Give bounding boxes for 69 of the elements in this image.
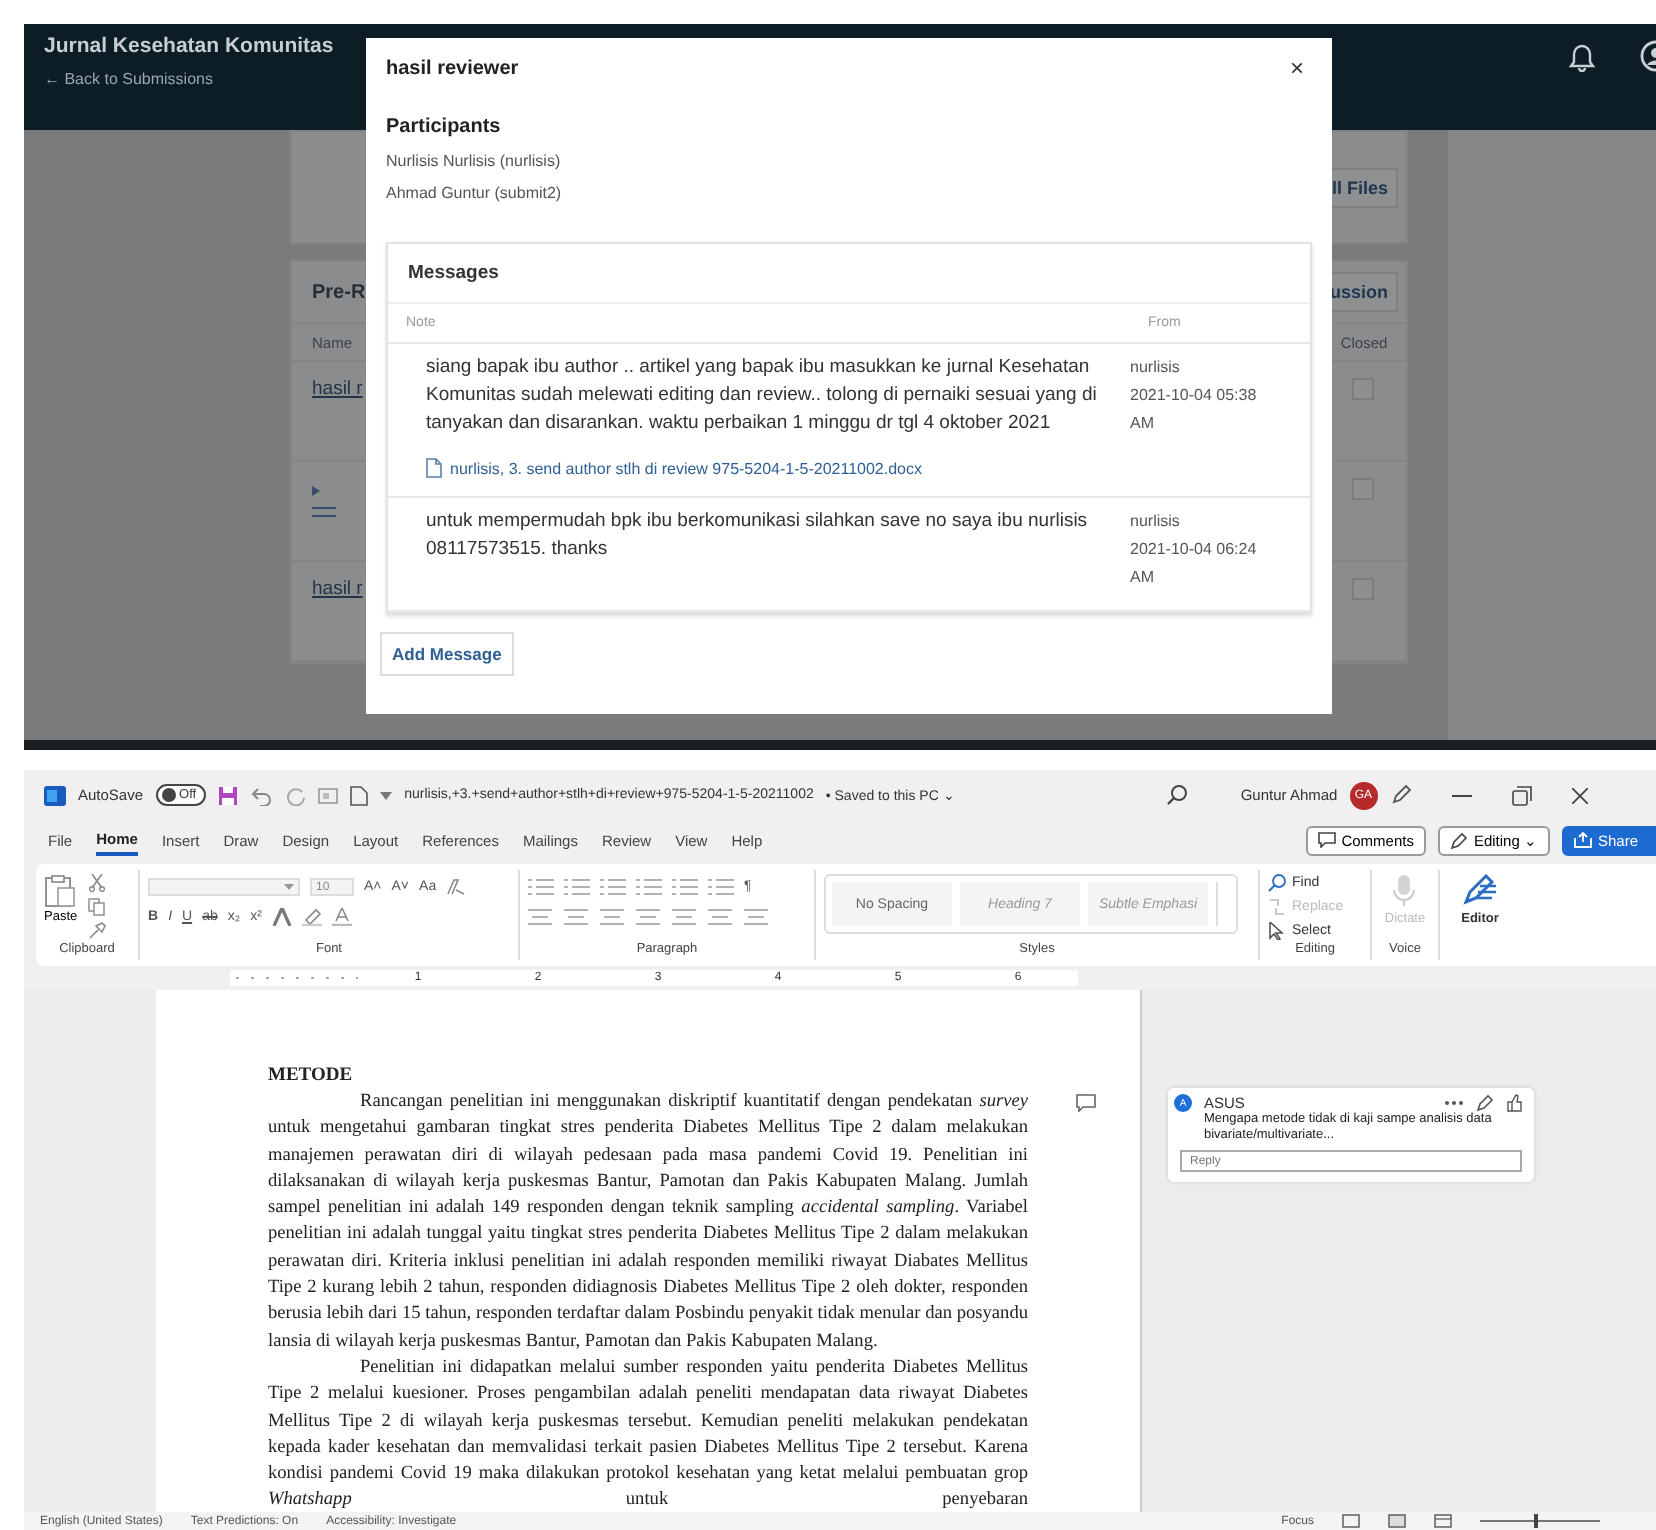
message-text: untuk mempermudah bpk ibu berkomunikasi silahkan save no saya ibu nurlisis 08117573515. thanks: [426, 508, 1090, 564]
modal-title: hasil reviewer: [386, 57, 519, 79]
journal-title: Jurnal Kesehatan Komunitas: [44, 34, 336, 58]
highlighter-icon[interactable]: [301, 907, 322, 925]
restore-icon[interactable]: [1511, 785, 1532, 805]
participant-name: Nurlisis Nurlisis (nurlisis): [386, 152, 563, 170]
add-message-button[interactable]: Add Message: [380, 632, 514, 676]
pen-icon[interactable]: [1389, 784, 1412, 806]
font-name-field[interactable]: [148, 877, 300, 895]
drag-handle-icon[interactable]: [312, 506, 336, 518]
message-text: siang bapak ibu author .. artikel yang bapak ibu masukkan ke jurnal Kesehatan Komunitas sudah melewati editing dan review.. tolong di pernaiki sesuai yang di tanyakan dan disarankan. waktu perbaikan 1 minggu dr tgl 4 oktober 2021: [426, 354, 1099, 438]
redo-icon[interactable]: [286, 785, 307, 805]
web-layout-icon[interactable]: [1434, 1514, 1452, 1528]
new-document-icon[interactable]: [350, 785, 369, 805]
editor-pen-icon: [1462, 874, 1498, 906]
share-icon: [1573, 832, 1592, 848]
document-heading: METODE: [268, 1066, 355, 1086]
close-icon[interactable]: [1571, 787, 1588, 803]
microphone-icon: [1392, 874, 1417, 906]
message-date: 2021-10-04 06:24 AM: [1130, 538, 1259, 590]
discussion-link[interactable]: hasil r: [312, 578, 363, 600]
pen-icon: [1449, 831, 1468, 849]
thumbs-up-icon[interactable]: [1506, 1094, 1522, 1112]
word-logo-icon: [44, 785, 66, 805]
read-mode-icon[interactable]: [1342, 1514, 1360, 1528]
document-paragraph: Penelitian ini didapatkan melalui sumber responden yaitu penderita Diabetes Mellitus Tipe 2 melalui kuesioner. Proses pengambilan adalah peneliti mendapatan data riwayat Diabetes Mellitus Tipe 2 di wilayah kerja puskesmas tersebut. Kemudian peneliti melakukan pendekatan kepada kader kesehatan dan memvalidasi terkait pasien Diabetes Mellitus Tipe 2 tersebut. Karena kondisi pandemi Covid 19 maka dilakukan protokol kesehatan yang ketat melalui pembuatan grop Whatshapp untuk penyebaran: [268, 1355, 1028, 1515]
search-icon[interactable]: [1166, 784, 1189, 806]
cursor-icon: [1268, 922, 1286, 940]
attachment-link[interactable]: nurlisis, 3. send author stlh di review 975-5204-1-5-20211002.docx: [426, 458, 1110, 478]
participant-name: Ahmad Guntur (submit2): [386, 184, 564, 202]
document-paragraph: Rancangan penelitian ini menggunakan diskriptif kuantitatif dengan pendekatan survey untuk mengetahui gambaran tingkat stres penderita Diabetes Mellitus Tipe 2 dalam melakukan manajemen perawatan diri di wilayah pedesaan pada masa pandemi Covid 19. Penelitian ini dilaksanakan di wilayah kerja puskesmas Bantur, Pamotan dan Pakis Kabupaten Malang. Jumlah sampel penelitian ini adalah 149 responden dengan teknik sampling accidental sampling. Variabel penelitian ini adalah tunggal yaitu tingkat stres penderita Diabetes Mellitus Tipe 2 dalam melakukan perawatan diri. Kriteria inklusi penelitian ini adalah responden memiliki riwayat Diabates Mellitus Tipe 2 kurang lebih 2 tahun, responden didiagnosis Diabetes Mellitus Tipe 2 oleh dokter, responden berusia lebih dari 15 tahun, responden terdaftar dalam Posbindu penyakit tidak menular dan posyandu lansia di wilayah kerja puskesmas Bantur, Pamotan dan Pakis Kabupaten Malang.: [268, 1090, 1028, 1356]
pen-icon[interactable]: [1476, 1094, 1494, 1112]
search-icon: [1268, 874, 1286, 892]
message-author: nurlisis: [1130, 510, 1182, 534]
participants-heading: Participants: [386, 116, 503, 138]
clear-formatting-icon[interactable]: [446, 877, 467, 895]
dropdown-icon: [284, 883, 294, 889]
close-button[interactable]: ×: [1281, 54, 1312, 82]
line-spacing-icon[interactable]: [672, 907, 698, 925]
message-author: nurlisis: [1130, 356, 1182, 380]
comment-marker-icon[interactable]: [1076, 1094, 1096, 1112]
message-date: 2021-10-04 05:38 AM: [1130, 384, 1259, 436]
align-left-icon[interactable]: [528, 907, 554, 925]
minimize-icon[interactable]: [1451, 793, 1472, 797]
more-icon[interactable]: [1444, 1100, 1464, 1106]
multilevel-list-icon[interactable]: [600, 877, 626, 895]
copy-icon[interactable]: [87, 898, 106, 916]
file-icon: [426, 458, 442, 478]
print-layout-icon[interactable]: [1388, 1514, 1406, 1528]
clipboard-icon: [44, 874, 77, 908]
discussion-link[interactable]: hasil r: [312, 378, 363, 400]
justify-icon[interactable]: [636, 907, 662, 925]
section-title: Pre-R: [312, 281, 366, 303]
comment-icon: [1317, 832, 1336, 848]
cut-icon[interactable]: [87, 874, 106, 892]
increase-indent-icon[interactable]: [672, 877, 698, 895]
numbering-icon[interactable]: [564, 877, 590, 895]
undo-icon[interactable]: [250, 785, 275, 805]
replace-icon: [1268, 898, 1286, 916]
align-right-icon[interactable]: [600, 907, 626, 925]
caret-icon[interactable]: [312, 486, 320, 496]
format-painter-icon[interactable]: [87, 922, 106, 940]
bullets-icon[interactable]: [528, 877, 554, 895]
font-color-icon[interactable]: [331, 907, 352, 925]
decrease-indent-icon[interactable]: [636, 877, 662, 895]
dropdown-icon[interactable]: [380, 791, 393, 799]
align-center-icon[interactable]: [564, 907, 590, 925]
bell-icon[interactable]: [1568, 40, 1596, 72]
messages-heading: Messages: [388, 244, 1310, 304]
